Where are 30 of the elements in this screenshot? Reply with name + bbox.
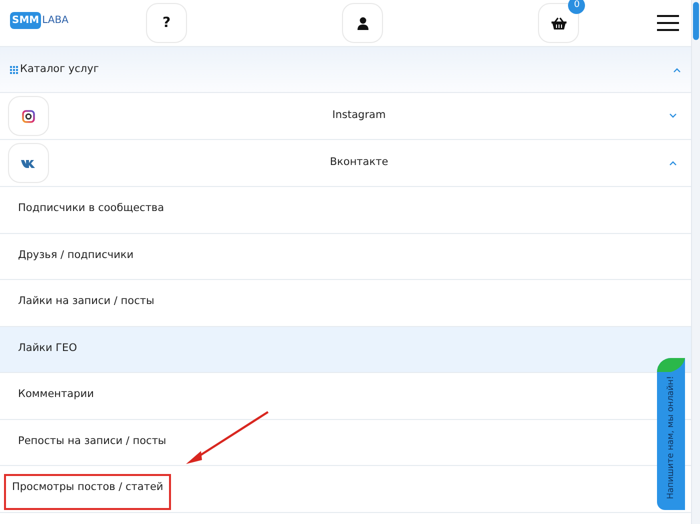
service-label: Репосты на записи / посты	[17, 434, 168, 448]
online-status-icon	[657, 358, 685, 372]
service-label: Лайки ГЕО	[17, 340, 78, 356]
basket-icon	[550, 16, 567, 30]
scrollbar[interactable]	[692, 0, 700, 524]
cart-count-badge: 0	[568, 0, 586, 14]
network-row[interactable]: Вконтакте	[0, 140, 691, 187]
network-row[interactable]: Instagram	[0, 93, 691, 140]
chat-tab[interactable]: Напишите нам, мы онлайн!	[657, 358, 685, 510]
service-row[interactable]: Подписчики в сообщества	[0, 187, 691, 234]
menu-button[interactable]	[657, 14, 679, 32]
account-button[interactable]	[342, 3, 384, 43]
catalog-header[interactable]: Каталог услуг	[0, 47, 691, 93]
service-row[interactable]: Друзья / подписчики	[0, 234, 691, 280]
user-icon	[356, 16, 369, 30]
vk-logo-icon	[21, 158, 36, 168]
service-label: Друзья / подписчики	[17, 248, 135, 262]
service-label: Комментарии	[17, 387, 95, 402]
logo-word[interactable]: LABA	[42, 13, 68, 28]
chevron-down-icon[interactable]	[669, 113, 677, 119]
scrollbar-thumb[interactable]	[693, 2, 699, 40]
chevron-up-icon[interactable]	[673, 66, 681, 72]
grid-icon	[10, 66, 18, 74]
camera-icon	[22, 110, 35, 122]
help-button[interactable]: ?	[146, 3, 188, 43]
service-label: Лайки на записи / посты	[17, 294, 156, 309]
service-label: Подписчики в сообщества	[17, 201, 166, 216]
highlighted-service-label: Просмотры постов / статей	[6, 476, 170, 508]
chevron-up-icon[interactable]	[669, 160, 677, 166]
service-row[interactable]: Лайки ГЕО	[0, 326, 691, 373]
